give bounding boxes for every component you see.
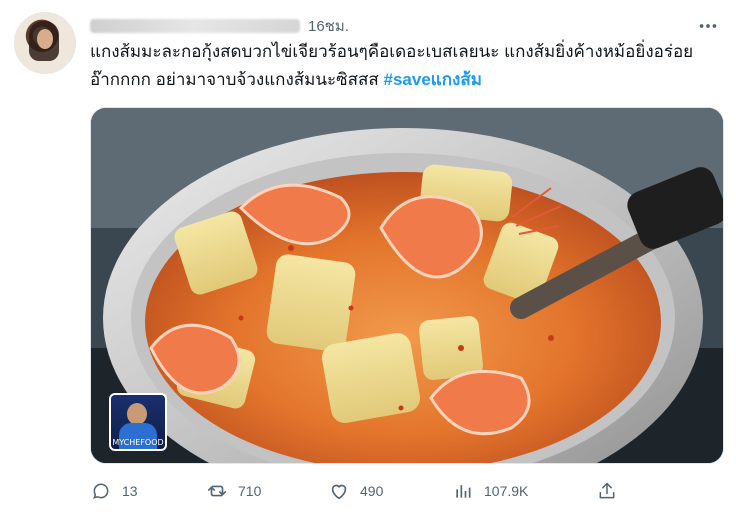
tweet-text-line2: อ๊ากกกก อย่ามาจาบจ้วงแกงส้มนะซิสสส #save… xyxy=(90,66,722,94)
heart-icon xyxy=(328,480,350,502)
food-photo xyxy=(91,108,723,463)
retweet-icon xyxy=(206,480,228,502)
tweet-header: 16ชม. xyxy=(90,14,722,38)
view-count: 107.9K xyxy=(484,483,529,499)
tweet-media-image[interactable]: MYCHEFOOD xyxy=(90,107,724,464)
tweet-text-line1: แกงส้มมะละกอกุ้งสดบวกไข่เจียวร้อนๆคือเดอ… xyxy=(90,42,694,61)
reply-icon xyxy=(90,480,112,502)
watermark-logo: MYCHEFOOD xyxy=(109,393,167,451)
hashtag-link[interactable]: #saveแกงส้ม xyxy=(384,70,482,89)
tweet-time[interactable]: 16ชม. xyxy=(308,14,349,38)
reply-button[interactable]: 13 xyxy=(90,480,138,502)
tweet-text: แกงส้มมะละกอกุ้งสดบวกไข่เจียวร้อนๆคือเดอ… xyxy=(90,38,722,94)
blurred-username[interactable] xyxy=(90,19,300,33)
retweet-button[interactable]: 710 xyxy=(206,480,261,502)
tweet-actions: 13 710 490 107.9K xyxy=(90,476,722,506)
watermark-label: MYCHEFOOD xyxy=(112,438,164,447)
views-chart-icon xyxy=(452,480,474,502)
share-icon xyxy=(596,480,618,502)
watermark-head xyxy=(127,403,147,425)
avatar-face xyxy=(37,29,53,49)
tweet-text-line2-body: อ๊ากกกก อย่ามาจาบจ้วงแกงส้มนะซิสสส xyxy=(90,70,379,89)
reply-count: 13 xyxy=(122,483,138,499)
retweet-count: 710 xyxy=(238,483,262,499)
views-button[interactable]: 107.9K xyxy=(452,480,528,502)
like-count: 490 xyxy=(360,483,384,499)
avatar[interactable] xyxy=(14,12,76,74)
more-icon[interactable] xyxy=(694,12,722,40)
like-button[interactable]: 490 xyxy=(328,480,383,502)
share-button[interactable] xyxy=(596,480,628,502)
